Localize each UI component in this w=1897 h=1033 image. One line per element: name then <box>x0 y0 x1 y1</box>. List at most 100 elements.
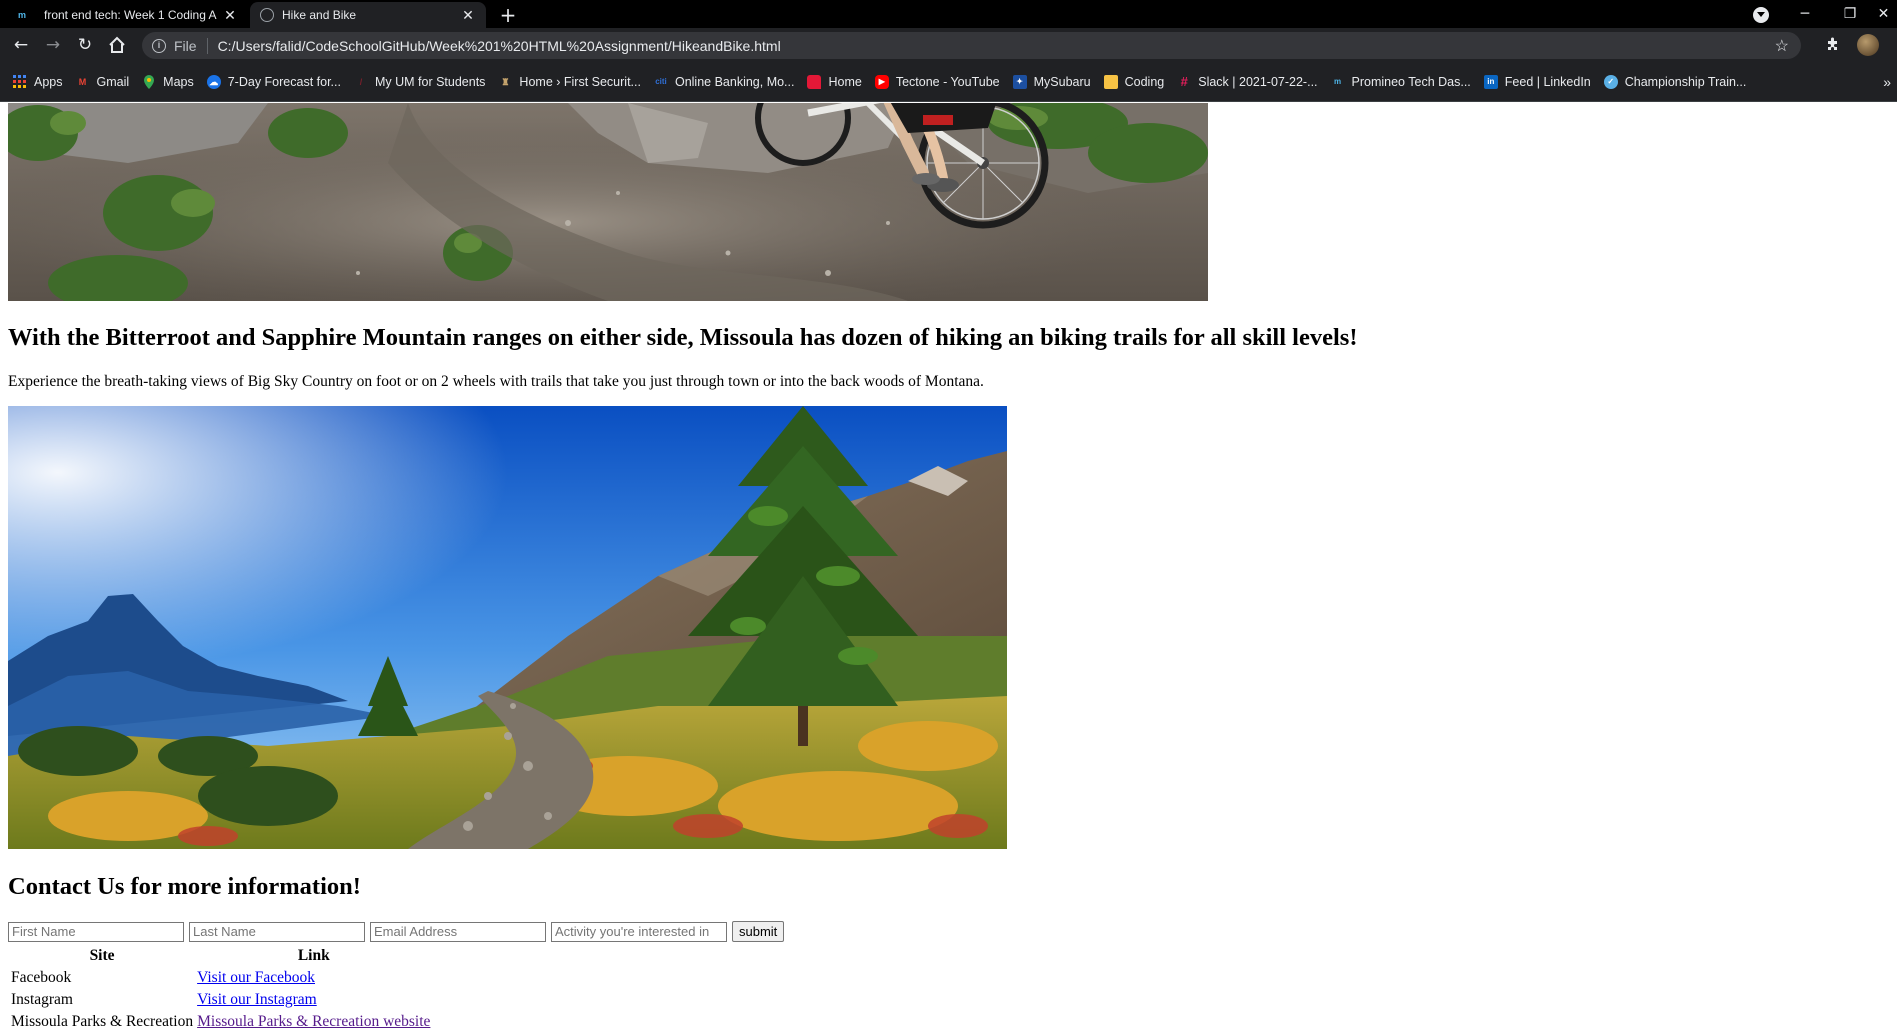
bookmark-coding-folder[interactable]: Coding <box>1103 74 1165 89</box>
bookmark-label: Tectone - YouTube <box>895 74 1000 89</box>
bookmark-label: Coding <box>1124 74 1165 89</box>
table-header-row: Site Link <box>10 946 431 966</box>
activity-field[interactable] <box>551 921 727 942</box>
tab-title: front end tech: Week 1 Coding A <box>44 8 217 22</box>
instagram-link[interactable]: Visit our Instagram <box>197 991 317 1008</box>
bookmark-linkedin[interactable]: in Feed | LinkedIn <box>1483 74 1591 89</box>
new-tab-button[interactable]: + <box>496 4 520 28</box>
bookmark-label: My UM for Students <box>374 74 486 89</box>
bookmark-label: Gmail <box>96 74 130 89</box>
back-arrow-icon[interactable]: ← <box>8 33 34 57</box>
home-icon[interactable] <box>104 33 130 57</box>
mountain-biking-photo <box>8 103 1208 301</box>
bookmark-forecast[interactable]: ☁ 7-Day Forecast for... <box>206 74 341 89</box>
bookmark-label: 7-Day Forecast for... <box>227 74 341 89</box>
bookmark-tectone-youtube[interactable]: ▶ Tectone - YouTube <box>874 74 1000 89</box>
table-row: Instagram Visit our Instagram <box>10 990 431 1010</box>
contact-form: submit <box>8 921 785 942</box>
bookmark-label: Maps <box>163 74 194 89</box>
forward-arrow-icon[interactable]: → <box>40 33 66 57</box>
youtube-icon: ▶ <box>874 74 889 89</box>
bookmark-my-um[interactable]: / My UM for Students <box>354 74 486 89</box>
extensions-puzzle-icon[interactable] <box>1824 36 1842 54</box>
subaru-icon: ✦ <box>1012 74 1027 89</box>
browser-toolbar: ← → ↻ i File C:/Users/falid/CodeSchoolGi… <box>0 28 1897 62</box>
divider <box>206 37 208 54</box>
bookmarks-overflow-icon[interactable]: » <box>1883 74 1891 90</box>
table-row: Missoula Parks & Recreation Missoula Par… <box>10 1012 431 1032</box>
email-field[interactable] <box>370 921 546 942</box>
address-bar[interactable]: i File C:/Users/falid/CodeSchoolGitHub/W… <box>142 32 1801 59</box>
weather-icon: ☁ <box>206 74 221 89</box>
user-avatar[interactable] <box>1857 34 1879 56</box>
scheme-label: File <box>174 37 197 54</box>
home-red-icon <box>807 74 822 89</box>
apps-grid-icon <box>13 74 27 89</box>
bank-icon: ♜ <box>501 76 510 87</box>
link-cell: Missoula Parks & Recreation website <box>196 1012 431 1032</box>
link-cell: Visit our Instagram <box>196 990 431 1010</box>
page-headline: With the Bitterroot and Sapphire Mountai… <box>8 324 1358 351</box>
promineo-favicon-icon: m <box>18 10 27 20</box>
last-name-field[interactable] <box>189 921 365 942</box>
bookmark-label: Slack | 2021-07-22-... <box>1198 74 1318 89</box>
bookmark-maps[interactable]: Maps <box>142 74 194 89</box>
reload-icon[interactable]: ↻ <box>72 33 98 57</box>
bookmark-mysubaru[interactable]: ✦ MySubaru <box>1012 74 1091 89</box>
citi-icon: citi <box>655 76 667 86</box>
bookmark-label: Home <box>828 74 862 89</box>
bookmark-label: Feed | LinkedIn <box>1504 74 1591 89</box>
bookmarks-bar: Apps M Gmail Maps ☁ 7-Day Forecast for..… <box>0 62 1897 102</box>
maps-pin-icon <box>142 74 156 89</box>
bookmark-label: Championship Train... <box>1624 74 1747 89</box>
table-row: Facebook Visit our Facebook <box>10 968 431 988</box>
bookmark-label: Online Banking, Mo... <box>674 74 795 89</box>
social-links-table: Site Link Facebook Visit our Facebook In… <box>8 944 433 1033</box>
mountain-trail-photo <box>8 406 1007 849</box>
gmail-icon: M <box>78 76 87 87</box>
column-header-link: Link <box>297 947 330 964</box>
facebook-link[interactable]: Visit our Facebook <box>197 969 315 986</box>
bookmark-home[interactable]: Home <box>807 74 862 89</box>
page-content: With the Bitterroot and Sapphire Mountai… <box>0 103 1897 1033</box>
close-window-button[interactable]: ✕ <box>1870 4 1897 26</box>
folder-icon <box>1103 74 1118 89</box>
bookmark-first-security[interactable]: ♜ Home › First Securit... <box>498 75 641 89</box>
contact-heading: Contact Us for more information! <box>8 873 361 900</box>
site-name-cell: Instagram <box>11 991 73 1008</box>
tab-week1-coding[interactable]: m front end tech: Week 1 Coding A ✕ <box>8 2 248 28</box>
bookmark-online-banking[interactable]: citi Online Banking, Mo... <box>654 74 795 89</box>
bookmark-gmail[interactable]: M Gmail <box>76 74 130 89</box>
tab-close-icon[interactable]: ✕ <box>222 7 238 24</box>
site-name-cell: Missoula Parks & Recreation <box>11 1013 194 1030</box>
um-icon: / <box>359 76 363 87</box>
intro-paragraph: Experience the breath-taking views of Bi… <box>8 373 984 390</box>
first-name-field[interactable] <box>8 921 184 942</box>
url-text[interactable]: C:/Users/falid/CodeSchoolGitHub/Week%201… <box>218 38 1775 54</box>
bookmark-label: Home › First Securit... <box>519 74 641 89</box>
bookmark-promineo[interactable]: m Promineo Tech Das... <box>1331 75 1471 89</box>
site-name-cell: Facebook <box>11 969 72 986</box>
column-header-site: Site <box>89 947 115 964</box>
tab-strip: m front end tech: Week 1 Coding A ✕ Hike… <box>0 0 1897 28</box>
bookmark-apps[interactable]: Apps <box>13 74 63 89</box>
submit-button[interactable]: submit <box>732 921 785 942</box>
championship-icon: ✓ <box>1603 74 1618 89</box>
bookmark-slack[interactable]: # Slack | 2021-07-22-... <box>1177 73 1318 89</box>
site-info-icon[interactable]: i <box>152 38 166 53</box>
promineo-icon: m <box>1333 76 1342 86</box>
link-cell: Visit our Facebook <box>196 968 431 988</box>
bookmark-label: Apps <box>34 74 63 89</box>
tab-close-icon[interactable]: ✕ <box>460 7 476 24</box>
tab-hike-and-bike[interactable]: Hike and Bike ✕ <box>250 2 486 28</box>
bookmark-label: MySubaru <box>1033 74 1091 89</box>
tab-title: Hike and Bike <box>282 8 357 22</box>
profile-menu-icon[interactable] <box>1753 7 1769 23</box>
slack-icon: # <box>1180 73 1188 89</box>
restore-button[interactable]: ❐ <box>1830 4 1870 26</box>
bookmark-star-icon[interactable]: ☆ <box>1775 36 1789 56</box>
bookmark-label: Promineo Tech Das... <box>1351 74 1471 89</box>
parks-recreation-link[interactable]: Missoula Parks & Recreation website <box>197 1013 430 1030</box>
minimize-button[interactable]: ─ <box>1785 4 1825 26</box>
bookmark-championship[interactable]: ✓ Championship Train... <box>1603 74 1747 89</box>
